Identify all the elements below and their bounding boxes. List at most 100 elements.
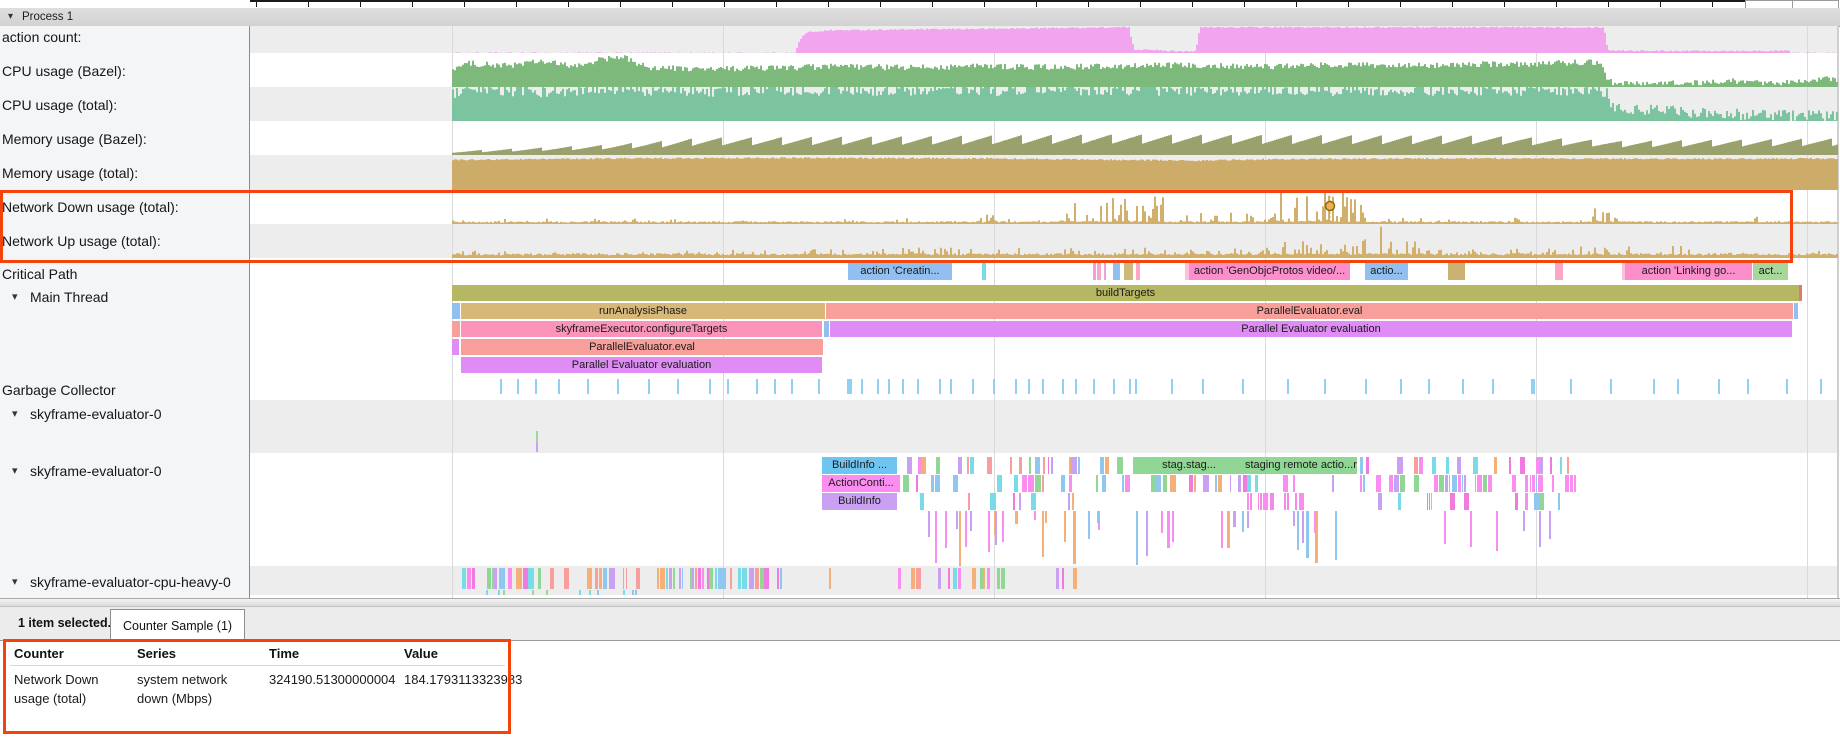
trace-slice-deep[interactable] (1073, 511, 1076, 564)
expand-arrow-icon[interactable]: ▾ (12, 575, 18, 588)
trace-slice[interactable] (1475, 475, 1476, 492)
gc-event-tick[interactable] (1531, 379, 1535, 394)
expand-arrow-icon[interactable]: ▾ (12, 290, 18, 303)
trace-slice[interactable] (1238, 475, 1241, 492)
trace-slice[interactable] (1570, 475, 1573, 492)
trace-slice-sub[interactable] (589, 590, 591, 595)
gc-event-tick[interactable] (1015, 379, 1017, 394)
trace-slice[interactable] (603, 568, 607, 589)
trace-slice[interactable] (1360, 475, 1362, 492)
main-thread-span[interactable]: Parallel Evaluator evaluation (461, 357, 822, 373)
gc-event-tick[interactable] (1677, 379, 1679, 394)
skyframe-evaluator-0b-span[interactable]: BuildInfo (822, 493, 897, 510)
sidebar-track-garbage-collector[interactable]: Garbage Collector (0, 382, 249, 399)
trace-slice[interactable] (1014, 475, 1018, 492)
trace-slice[interactable] (536, 442, 538, 452)
trace-slice-deep[interactable] (1233, 511, 1236, 527)
tab-counter-sample[interactable]: Counter Sample (1) (110, 609, 245, 642)
main-thread-span[interactable]: ParallelEvaluator.eval (461, 339, 823, 355)
trace-slice-sub[interactable] (632, 590, 634, 595)
trace-slice[interactable] (938, 568, 941, 589)
trace-slice[interactable] (1100, 457, 1104, 474)
sidebar-track-skyframe-evaluator-0[interactable]: ▾skyframe-evaluator-0 (0, 406, 249, 423)
trace-slice[interactable] (1035, 457, 1040, 474)
trace-slice-deep[interactable] (1097, 511, 1099, 523)
gc-event-tick[interactable] (902, 379, 904, 394)
trace-slice-deep[interactable] (1221, 511, 1223, 548)
skyframe-evaluator-0b-span[interactable]: stag.stag... (1133, 457, 1245, 474)
trace-slice[interactable] (1449, 475, 1450, 492)
trace-slice-deep[interactable] (1315, 511, 1318, 563)
gc-event-tick[interactable] (1324, 379, 1326, 394)
trace-slice-deep[interactable] (1549, 511, 1551, 539)
trace-slice[interactable] (698, 568, 701, 589)
trace-slice[interactable] (1452, 475, 1457, 492)
trace-slice[interactable] (1558, 493, 1560, 510)
trace-slice[interactable] (1255, 475, 1258, 492)
gc-event-tick[interactable] (950, 379, 952, 394)
trace-slice[interactable] (1263, 493, 1268, 510)
expand-arrow-icon[interactable]: ▾ (12, 407, 18, 420)
trace-slice[interactable] (972, 568, 976, 589)
trace-slice[interactable] (1013, 493, 1015, 510)
trace-slice[interactable] (1250, 493, 1252, 510)
trace-slice[interactable] (1550, 457, 1552, 474)
main-thread-span[interactable] (452, 303, 460, 319)
trace-slice-deep[interactable] (1042, 511, 1044, 557)
gc-event-tick[interactable] (888, 379, 890, 394)
trace-slice-deep[interactable] (928, 511, 930, 537)
gc-event-tick[interactable] (1242, 379, 1244, 394)
critical-path-span[interactable] (1555, 262, 1563, 280)
trace-slice[interactable] (987, 568, 990, 589)
trace-slice[interactable] (1218, 475, 1222, 492)
trace-slice[interactable] (508, 568, 512, 589)
trace-slice[interactable] (599, 568, 602, 589)
trace-slice-deep[interactable] (1496, 511, 1498, 551)
trace-slice[interactable] (1125, 475, 1130, 492)
trace-slice[interactable] (494, 568, 497, 589)
trace-slice[interactable] (1022, 475, 1027, 492)
trace-slice[interactable] (1539, 457, 1543, 474)
gc-event-tick[interactable] (1570, 379, 1572, 394)
trace-slice[interactable] (695, 568, 697, 589)
trace-slice[interactable] (958, 568, 961, 589)
gc-event-tick[interactable] (1428, 379, 1430, 394)
gc-event-tick[interactable] (1820, 379, 1822, 394)
gc-event-tick[interactable] (517, 379, 519, 394)
trace-slice[interactable] (1299, 493, 1304, 510)
trace-slice[interactable] (935, 475, 940, 492)
trace-slice[interactable] (829, 568, 831, 589)
trace-slice[interactable] (1203, 475, 1209, 492)
trace-slice[interactable] (1272, 493, 1274, 510)
sidebar-track-skyframe-evaluator-0[interactable]: ▾skyframe-evaluator-0 (0, 463, 249, 480)
trace-slice[interactable] (657, 568, 659, 589)
trace-slice-deep[interactable] (1088, 511, 1090, 539)
gc-event-tick[interactable] (1062, 379, 1064, 394)
gc-event-tick[interactable] (848, 379, 852, 394)
gc-event-tick[interactable] (500, 379, 502, 394)
gc-event-tick[interactable] (993, 379, 995, 394)
trace-slice[interactable] (997, 568, 1000, 589)
critical-path-span[interactable] (1136, 262, 1140, 280)
trace-slice[interactable] (970, 457, 974, 474)
trace-slice[interactable] (1117, 457, 1123, 474)
sidebar-track-skyframe-evaluator-cpu-heavy-0[interactable]: ▾skyframe-evaluator-cpu-heavy-0 (0, 574, 249, 591)
trace-slice[interactable] (609, 568, 615, 589)
trace-slice-sub[interactable] (546, 590, 548, 595)
trace-slice[interactable] (903, 475, 909, 492)
sidebar-track-memory-usage-total[interactable]: Memory usage (total): (0, 165, 249, 182)
main-thread-span[interactable]: runAnalysisPhase (461, 303, 825, 319)
trace-slice-sub[interactable] (486, 590, 488, 595)
trace-slice[interactable] (467, 568, 471, 589)
main-thread-span[interactable] (1794, 303, 1798, 319)
trace-slice[interactable] (1156, 475, 1161, 492)
gc-event-tick[interactable] (587, 379, 589, 394)
gc-event-tick[interactable] (1135, 379, 1137, 394)
trace-slice[interactable] (742, 568, 747, 589)
critical-path-span[interactable] (1113, 262, 1120, 280)
trace-slice[interactable] (1019, 493, 1021, 510)
trace-slice[interactable] (1072, 493, 1074, 510)
trace-slice[interactable] (916, 568, 921, 589)
trace-slice-deep[interactable] (1306, 511, 1309, 558)
gc-event-tick[interactable] (1075, 379, 1077, 394)
